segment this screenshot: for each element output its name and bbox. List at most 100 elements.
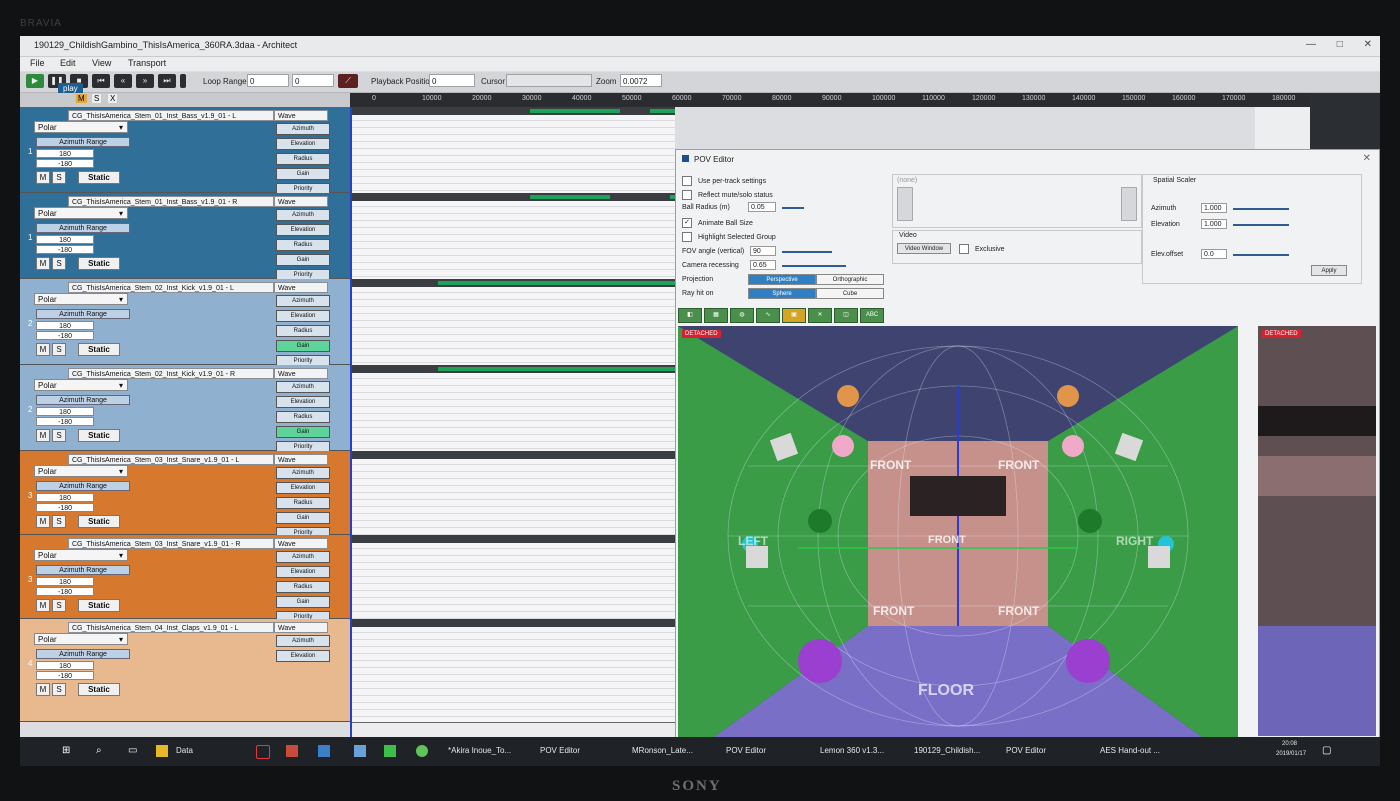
scaler-elev-offset-field[interactable]: 0.0 bbox=[1201, 249, 1227, 259]
lane-clip-bar[interactable] bbox=[350, 365, 675, 373]
param-button[interactable]: Elevation bbox=[276, 650, 330, 662]
timeline-ruler[interactable]: 0 10000 20000 30000 40000 50000 60000 70000 8000… bbox=[350, 93, 1380, 107]
audio-region[interactable] bbox=[438, 281, 675, 285]
mute-button[interactable]: M bbox=[36, 683, 50, 696]
task-view-icon[interactable]: ▭ bbox=[128, 745, 140, 757]
track-header[interactable]: 3 CG_ThisIsAmerica_Stem_03_Inst_Snare_v1.… bbox=[20, 451, 350, 539]
menu-view[interactable]: View bbox=[92, 58, 111, 68]
app-icon-e[interactable] bbox=[416, 745, 428, 757]
taskbar-item-data[interactable]: Data bbox=[176, 746, 193, 755]
param-button[interactable]: Azimuth bbox=[276, 295, 330, 307]
loop-end-field[interactable]: 0 bbox=[292, 74, 334, 87]
app-icon-b[interactable] bbox=[318, 745, 330, 757]
mute-button[interactable]: M bbox=[36, 343, 50, 356]
static-button[interactable]: Static bbox=[78, 515, 120, 528]
taskbar-item-mronson[interactable]: MRonson_Late... bbox=[632, 746, 693, 755]
azimuth-min-field[interactable]: -180 bbox=[36, 671, 94, 680]
ball-radius-field[interactable]: 0.05 bbox=[748, 202, 776, 212]
abc-icon[interactable]: ABC bbox=[860, 308, 884, 323]
app-icon-d[interactable] bbox=[384, 745, 396, 757]
minimize-button[interactable]: — bbox=[1306, 39, 1316, 50]
track-lane[interactable] bbox=[350, 107, 675, 194]
wave-button[interactable]: Wave bbox=[274, 538, 328, 549]
wave-button[interactable]: Wave bbox=[274, 196, 328, 207]
wave-button[interactable]: Wave bbox=[274, 454, 328, 465]
static-button[interactable]: Static bbox=[78, 257, 120, 270]
azimuth-max-field[interactable]: 180 bbox=[36, 321, 94, 330]
track-header[interactable]: 1 CG_ThisIsAmerica_Stem_01_Inst_Bass_v1.9… bbox=[20, 107, 350, 195]
lane-clip-bar[interactable] bbox=[350, 193, 675, 201]
track-lane[interactable] bbox=[350, 535, 675, 620]
param-button[interactable]: Elevation bbox=[276, 138, 330, 150]
globe-icon[interactable]: ◍ bbox=[730, 308, 754, 323]
param-button[interactable]: Gain bbox=[276, 254, 330, 266]
coordinate-mode-select[interactable]: Polar ▾ bbox=[34, 379, 128, 391]
fov-slider[interactable] bbox=[782, 251, 832, 253]
param-button[interactable]: Radius bbox=[276, 325, 330, 337]
wave-button[interactable]: Wave bbox=[274, 622, 328, 633]
track-name[interactable]: CG_ThisIsAmerica_Stem_01_Inst_Bass_v1.9_… bbox=[68, 196, 274, 207]
param-button[interactable]: Elevation bbox=[276, 566, 330, 578]
azimuth-min-field[interactable]: -180 bbox=[36, 331, 94, 340]
per-track-checkbox[interactable]: Use per-track settings bbox=[682, 176, 766, 186]
mute-button[interactable]: M bbox=[36, 257, 50, 270]
param-button[interactable]: Elevation bbox=[276, 310, 330, 322]
param-button[interactable]: Gain bbox=[276, 426, 330, 438]
track-lane[interactable] bbox=[350, 279, 675, 366]
notification-icon[interactable]: ▢ bbox=[1322, 745, 1334, 757]
azimuth-max-field[interactable]: 180 bbox=[36, 149, 94, 158]
axis-icon[interactable]: ✕ bbox=[808, 308, 832, 323]
param-button[interactable]: Gain bbox=[276, 512, 330, 524]
maximize-button[interactable]: □ bbox=[1337, 39, 1343, 50]
scaler-azimuth-slider[interactable] bbox=[1233, 208, 1289, 210]
loop-start-field[interactable]: 0 bbox=[247, 74, 289, 87]
coordinate-mode-select[interactable]: Polar ▾ bbox=[34, 633, 128, 645]
video-icon[interactable]: ▣ bbox=[782, 308, 806, 323]
menu-edit[interactable]: Edit bbox=[60, 58, 76, 68]
grid-icon[interactable]: ▦ bbox=[704, 308, 728, 323]
azimuth-max-field[interactable]: 180 bbox=[36, 577, 94, 586]
start-icon[interactable]: ⊞ bbox=[62, 745, 74, 757]
ball-radius-slider[interactable] bbox=[782, 207, 804, 209]
lane-clip-bar[interactable] bbox=[350, 451, 675, 459]
param-button[interactable]: Azimuth bbox=[276, 209, 330, 221]
apply-button[interactable]: Apply bbox=[1311, 265, 1347, 276]
param-button[interactable]: Elevation bbox=[276, 396, 330, 408]
track-header[interactable]: 2 CG_ThisIsAmerica_Stem_02_Inst_Kick_v1.9… bbox=[20, 279, 350, 367]
coordinate-mode-select[interactable]: Polar ▾ bbox=[34, 465, 128, 477]
taskbar-item-akira[interactable]: *Akira Inoue_To... bbox=[448, 746, 511, 755]
static-button[interactable]: Static bbox=[78, 683, 120, 696]
static-button[interactable]: Static bbox=[78, 429, 120, 442]
track-lane[interactable] bbox=[350, 619, 675, 723]
track-name[interactable]: CG_ThisIsAmerica_Stem_01_Inst_Bass_v1.9_… bbox=[68, 110, 274, 121]
speaker-icon[interactable]: ◫ bbox=[834, 308, 858, 323]
solo-button[interactable]: S bbox=[52, 515, 66, 528]
track-name[interactable]: CG_ThisIsAmerica_Stem_03_Inst_Snare_v1.9… bbox=[68, 454, 274, 465]
audio-region[interactable] bbox=[530, 109, 620, 113]
folder-icon[interactable] bbox=[156, 745, 168, 757]
track-lane[interactable] bbox=[350, 193, 675, 280]
reflect-checkbox[interactable]: Reflect mute/solo status bbox=[682, 190, 773, 200]
group-prev-button[interactable] bbox=[897, 187, 913, 221]
zoom-field[interactable]: 0.0072 bbox=[620, 74, 662, 87]
menu-file[interactable]: File bbox=[30, 58, 45, 68]
param-button[interactable]: Radius bbox=[276, 497, 330, 509]
track-name[interactable]: CG_ThisIsAmerica_Stem_04_Inst_Claps_v1.9… bbox=[68, 622, 274, 633]
param-button[interactable]: Gain bbox=[276, 596, 330, 608]
close-button[interactable]: ✕ bbox=[1364, 39, 1372, 50]
wave-button[interactable]: Wave bbox=[274, 368, 328, 379]
taskbar-item-pov-2[interactable]: POV Editor bbox=[726, 746, 766, 755]
track-header[interactable]: 1 CG_ThisIsAmerica_Stem_01_Inst_Bass_v1.9… bbox=[20, 193, 350, 281]
ray-cube-button[interactable]: Cube bbox=[816, 288, 884, 299]
taskbar-item-lemon[interactable]: Lemon 360 v1.3... bbox=[820, 746, 884, 755]
master-mute-button[interactable]: M bbox=[76, 94, 87, 103]
audio-region[interactable] bbox=[650, 109, 675, 113]
ray-sphere-button[interactable]: Sphere bbox=[748, 288, 816, 299]
param-button[interactable]: Azimuth bbox=[276, 467, 330, 479]
app-icon-c[interactable] bbox=[354, 745, 366, 757]
lane-clip-bar[interactable] bbox=[350, 619, 675, 627]
param-button[interactable]: Radius bbox=[276, 411, 330, 423]
audio-region[interactable] bbox=[438, 367, 675, 371]
go-end-button[interactable]: ⏭ bbox=[158, 74, 176, 88]
camera-recessing-slider[interactable] bbox=[782, 265, 846, 267]
